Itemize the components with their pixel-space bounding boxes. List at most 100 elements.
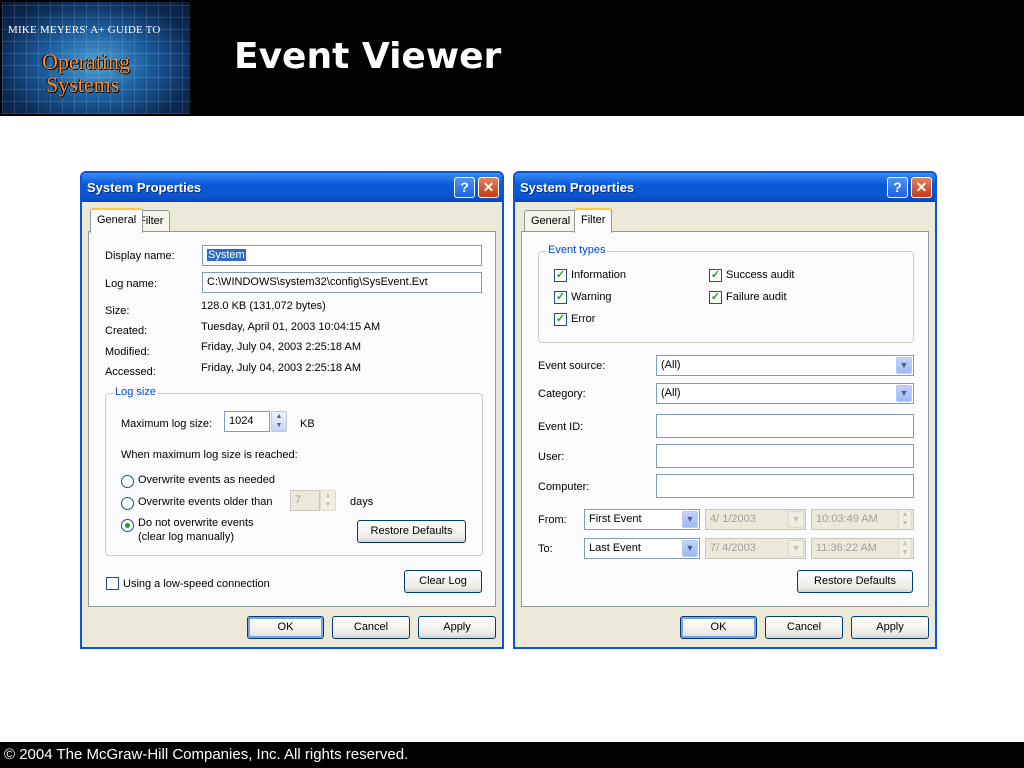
days-label: days <box>350 496 374 508</box>
success-audit-checkbox[interactable]: ✓ <box>709 269 722 282</box>
ok-button[interactable]: OK <box>247 616 324 639</box>
apply-button[interactable]: Apply <box>418 616 496 639</box>
user-label: User: <box>538 451 565 463</box>
window-title: System Properties <box>87 180 202 195</box>
warning-label: Warning <box>571 291 612 303</box>
chevron-down-icon[interactable]: ▼ <box>896 385 912 402</box>
success-audit-label: Success audit <box>726 269 795 281</box>
event-id-label: Event ID: <box>538 421 584 433</box>
low-speed-checkbox[interactable] <box>106 577 119 590</box>
overwrite-as-needed-radio[interactable] <box>121 475 134 488</box>
close-icon[interactable]: ✕ <box>478 177 499 198</box>
event-source-value: (All) <box>661 359 681 371</box>
restore-defaults-button[interactable]: Restore Defaults <box>357 520 466 543</box>
computer-label: Computer: <box>538 481 590 493</box>
event-id-input[interactable] <box>656 414 914 438</box>
logo-line-3: Systems <box>46 72 120 97</box>
when-max-label: When maximum log size is reached: <box>121 449 298 461</box>
event-source-dropdown[interactable]: (All) ▼ <box>656 355 914 376</box>
information-label: Information <box>571 269 627 281</box>
do-not-overwrite-label: Do not overwrite events <box>138 517 254 529</box>
from-time-picker: 10:03:49 AM ▲ ▼ <box>811 509 914 530</box>
overwrite-older-than-label: Overwrite events older than <box>138 496 273 508</box>
computer-input[interactable] <box>656 474 914 498</box>
apply-button[interactable]: Apply <box>851 616 929 639</box>
overwrite-as-needed-label: Overwrite events as needed <box>138 474 275 486</box>
cancel-button[interactable]: Cancel <box>765 616 843 639</box>
to-label: To: <box>538 543 553 555</box>
general-tab-panel: Display name: System Log name: C:\WINDOW… <box>88 231 496 607</box>
ok-button[interactable]: OK <box>680 616 757 639</box>
help-icon[interactable]: ? <box>887 177 908 198</box>
error-label: Error <box>571 313 596 325</box>
to-value: Last Event <box>589 542 641 554</box>
accessed-label: Accessed: <box>105 366 156 378</box>
information-checkbox[interactable]: ✓ <box>554 269 567 282</box>
error-checkbox[interactable]: ✓ <box>554 313 567 326</box>
help-icon[interactable]: ? <box>454 177 475 198</box>
low-speed-label: Using a low-speed connection <box>123 578 270 590</box>
chevron-down-icon[interactable]: ▼ <box>682 511 698 528</box>
category-label: Category: <box>538 388 586 400</box>
to-date-picker: 7/ 4/2003 ▼ <box>705 538 806 559</box>
modified-value: Friday, July 04, 2003 2:25:18 AM <box>201 341 361 353</box>
from-value: First Event <box>589 513 642 525</box>
max-log-size-unit: KB <box>300 418 315 430</box>
to-date-value: 7/ 4/2003 <box>710 542 756 554</box>
title-bar[interactable]: System Properties ? ✕ <box>82 173 502 202</box>
failure-audit-label: Failure audit <box>726 291 787 303</box>
user-input[interactable] <box>656 444 914 468</box>
from-time-value: 10:03:49 AM <box>816 513 878 525</box>
slide-footer: © 2004 The McGraw-Hill Companies, Inc. A… <box>0 742 1024 768</box>
from-date-picker: 4/ 1/2003 ▼ <box>705 509 806 530</box>
restore-defaults-button[interactable]: Restore Defaults <box>797 570 913 593</box>
chevron-down-icon: ▼ <box>788 511 804 528</box>
event-types-group: Event types ✓ Information ✓ Warning ✓ Er… <box>538 244 914 343</box>
to-time-spinner: ▲ ▼ <box>898 539 912 558</box>
title-bar[interactable]: System Properties ? ✕ <box>515 173 935 202</box>
max-log-size-input[interactable]: 1024 <box>224 411 270 432</box>
tab-filter[interactable]: Filter <box>574 208 613 233</box>
slide-title: Event Viewer <box>234 36 502 77</box>
size-value: 128.0 KB (131,072 bytes) <box>201 300 326 312</box>
do-not-overwrite-sublabel: (clear log manually) <box>138 531 234 543</box>
clear-log-button[interactable]: Clear Log <box>404 570 482 593</box>
log-name-label: Log name: <box>105 278 157 290</box>
event-types-group-title: Event types <box>546 244 608 256</box>
to-dropdown[interactable]: Last Event ▼ <box>584 538 700 559</box>
accessed-value: Friday, July 04, 2003 2:25:18 AM <box>201 362 361 374</box>
tab-general[interactable]: General <box>90 208 144 233</box>
display-name-field[interactable]: System <box>202 245 482 266</box>
slide: MIKE MEYERS' A+ GUIDE TO Operating Syste… <box>0 0 1024 768</box>
system-properties-general-dialog: System Properties ? ✕ Filter General Dis… <box>80 171 504 649</box>
overwrite-older-than-radio[interactable] <box>121 497 134 510</box>
tab-general[interactable]: General <box>524 210 578 232</box>
chevron-down-icon[interactable]: ▼ <box>896 357 912 374</box>
logo-line-1: MIKE MEYERS' A+ GUIDE TO <box>8 24 161 36</box>
days-input: 7 <box>290 490 320 511</box>
days-spinner: ▲ ▼ <box>320 490 336 511</box>
size-label: Size: <box>105 305 130 317</box>
from-dropdown[interactable]: First Event ▼ <box>584 509 700 530</box>
system-properties-filter-dialog: System Properties ? ✕ General Filter Eve… <box>513 171 937 649</box>
book-logo: MIKE MEYERS' A+ GUIDE TO Operating Syste… <box>2 2 190 114</box>
display-name-label: Display name: <box>105 250 175 262</box>
cancel-button[interactable]: Cancel <box>332 616 410 639</box>
to-time-value: 11:36:22 AM <box>816 542 877 554</box>
chevron-down-icon[interactable]: ▼ <box>682 540 698 557</box>
category-dropdown[interactable]: (All) ▼ <box>656 383 914 404</box>
from-time-spinner: ▲ ▼ <box>898 510 912 529</box>
modified-label: Modified: <box>105 346 150 358</box>
do-not-overwrite-radio[interactable] <box>121 519 134 532</box>
copyright-text: © 2004 The McGraw-Hill Companies, Inc. A… <box>4 746 409 763</box>
window-title: System Properties <box>520 180 635 195</box>
max-log-size-label: Maximum log size: <box>121 418 213 430</box>
created-value: Tuesday, April 01, 2003 10:04:15 AM <box>201 321 381 333</box>
chevron-down-icon: ▼ <box>788 540 804 557</box>
log-name-field[interactable]: C:\WINDOWS\system32\config\SysEvent.Evt <box>202 272 482 293</box>
failure-audit-checkbox[interactable]: ✓ <box>709 291 722 304</box>
max-log-size-spinner[interactable]: ▲ ▼ <box>271 411 287 432</box>
warning-checkbox[interactable]: ✓ <box>554 291 567 304</box>
close-icon[interactable]: ✕ <box>911 177 932 198</box>
from-label: From: <box>538 514 567 526</box>
